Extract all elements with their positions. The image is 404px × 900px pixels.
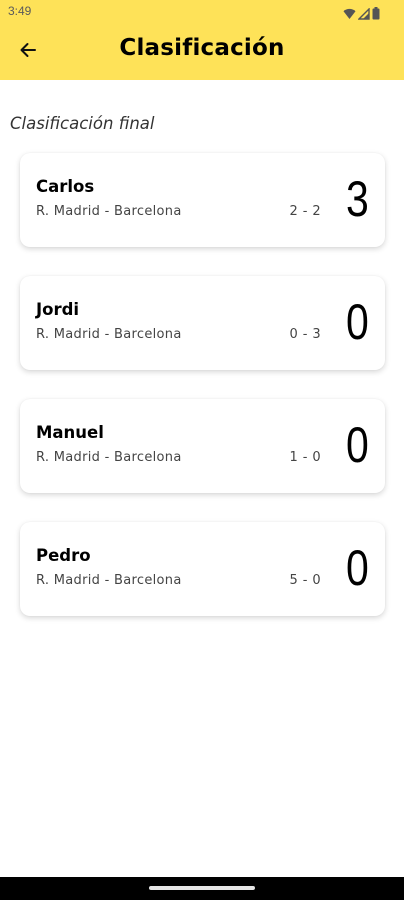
points: 0 [346, 417, 369, 473]
match-score: 0 - 3 [289, 327, 321, 342]
player-name: Pedro [36, 546, 91, 565]
standing-card[interactable]: Manuel R. Madrid - Barcelona 1 - 0 0 [20, 399, 385, 493]
navigation-bar [0, 877, 404, 900]
home-indicator[interactable] [149, 886, 255, 890]
player-name: Jordi [36, 300, 80, 319]
section-title: Clasificación final [10, 114, 155, 133]
points: 0 [346, 294, 369, 350]
player-name: Manuel [36, 423, 104, 442]
header: 3:49 Clasificación [0, 0, 404, 80]
match-score: 2 - 2 [289, 204, 321, 219]
points: 0 [346, 540, 369, 596]
signal-icon [357, 5, 370, 24]
standings-list: Carlos R. Madrid - Barcelona 2 - 2 3 Jor… [20, 153, 385, 645]
status-bar: 3:49 [0, 0, 404, 24]
app-bar: Clasificación [0, 24, 404, 80]
standing-card[interactable]: Carlos R. Madrid - Barcelona 2 - 2 3 [20, 153, 385, 247]
page-title: Clasificación [119, 35, 285, 61]
standing-card[interactable]: Pedro R. Madrid - Barcelona 5 - 0 0 [20, 522, 385, 616]
match-teams: R. Madrid - Barcelona [36, 204, 182, 219]
match-score: 1 - 0 [289, 450, 321, 465]
match-teams: R. Madrid - Barcelona [36, 573, 182, 588]
match-score: 5 - 0 [289, 573, 321, 588]
match-teams: R. Madrid - Barcelona [36, 450, 182, 465]
points: 3 [346, 171, 369, 227]
status-time: 3:49 [8, 4, 32, 18]
player-name: Carlos [36, 177, 95, 196]
standing-card[interactable]: Jordi R. Madrid - Barcelona 0 - 3 0 [20, 276, 385, 370]
battery-icon [372, 5, 380, 24]
wifi-icon [343, 5, 356, 24]
match-teams: R. Madrid - Barcelona [36, 327, 182, 342]
status-icons [343, 5, 380, 24]
